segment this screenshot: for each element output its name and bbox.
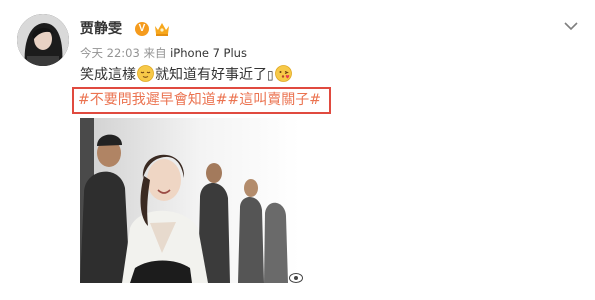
verified-v-icon: V: [135, 22, 149, 36]
hashtag-link-2[interactable]: #這叫賣關子#: [227, 92, 320, 108]
avatar[interactable]: [17, 14, 69, 66]
weibo-eye-icon: [289, 269, 303, 283]
post-text-part2: 就知道有好事近了: [155, 67, 267, 83]
weibo-post-card: 贾静雯 V 今天 22:03 来自 iPhone 7 Plus 笑成這樣 就知道…: [0, 0, 595, 300]
post-text: 笑成這樣 就知道有好事近了▯: [80, 64, 293, 86]
source-device[interactable]: iPhone 7 Plus: [170, 46, 247, 60]
relieved-face-icon: [137, 65, 154, 82]
hashtag-link-1[interactable]: #不要問我遲早會知道#: [78, 92, 227, 108]
username[interactable]: 贾静雯: [80, 19, 122, 39]
post-text-part1: 笑成這樣: [80, 67, 136, 83]
placeholder-glyph: ▯: [267, 68, 274, 82]
crown-icon[interactable]: [153, 21, 171, 37]
chevron-down-icon[interactable]: [564, 16, 578, 31]
hashtag-line: #不要問我遲早會知道##這叫賣關子#: [78, 90, 321, 110]
post-photo[interactable]: [80, 118, 300, 283]
kissing-face-icon: [274, 65, 292, 82]
source-prefix: 来自: [143, 46, 167, 60]
post-meta: 今天 22:03 来自 iPhone 7 Plus: [80, 45, 247, 61]
timestamp[interactable]: 今天 22:03: [80, 46, 140, 60]
